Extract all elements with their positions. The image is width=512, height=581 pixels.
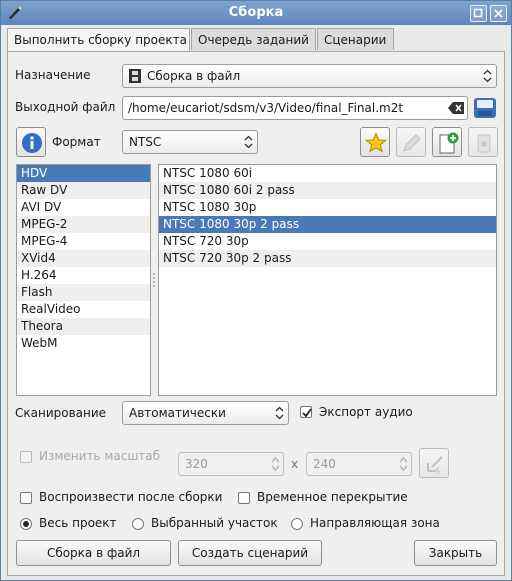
category-item[interactable]: XVid4 bbox=[17, 250, 150, 267]
render-window: Сборка Выполнить сборку проекта Очередь … bbox=[0, 0, 512, 581]
output-file-input[interactable]: /home/eucariot/sdsm/v3/Video/final_Final… bbox=[122, 96, 468, 120]
close-icon bbox=[494, 9, 503, 18]
category-item[interactable]: Theora bbox=[17, 318, 150, 335]
output-file-value: /home/eucariot/sdsm/v3/Video/final_Final… bbox=[128, 101, 404, 115]
create-script-button[interactable]: Создать сценарий bbox=[178, 540, 322, 566]
preset-item[interactable]: NTSC 1080 60i 2 pass bbox=[159, 182, 496, 199]
star-icon bbox=[365, 132, 387, 153]
destination-value: Сборка в файл bbox=[147, 69, 241, 83]
edit-profile-button[interactable] bbox=[396, 127, 426, 157]
add-profile-button[interactable] bbox=[432, 127, 462, 157]
category-item[interactable]: AVI DV bbox=[17, 199, 150, 216]
chevron-updown-icon bbox=[275, 406, 284, 420]
chevron-updown-icon bbox=[483, 69, 492, 83]
export-audio-checkbox[interactable] bbox=[300, 406, 312, 418]
category-item[interactable]: Flash bbox=[17, 284, 150, 301]
category-item[interactable]: MPEG-2 bbox=[17, 216, 150, 233]
scan-select[interactable]: Автоматически bbox=[122, 401, 289, 425]
spin-arrows-icon bbox=[271, 457, 280, 471]
favorite-button[interactable] bbox=[360, 127, 390, 157]
save-icon[interactable] bbox=[473, 96, 497, 120]
zone-label-selected: Выбранный участок bbox=[151, 516, 278, 530]
close-window-button[interactable] bbox=[490, 5, 507, 22]
output-label: Выходной файл bbox=[15, 100, 116, 114]
export-audio-label: Экспорт аудио bbox=[319, 405, 413, 419]
tab-scripts[interactable]: Сценарии bbox=[317, 28, 394, 50]
rescale-label: Изменить масштаб bbox=[39, 449, 161, 463]
scale-icon: 4 bbox=[427, 456, 443, 475]
category-item[interactable]: Raw DV bbox=[17, 182, 150, 199]
preset-item[interactable]: NTSC 720 30p bbox=[159, 233, 496, 250]
play-after-checkbox[interactable] bbox=[20, 492, 32, 504]
overlay-checkbox[interactable] bbox=[238, 492, 250, 504]
category-item[interactable]: H.264 bbox=[17, 267, 150, 284]
zone-radio-selected[interactable] bbox=[132, 518, 144, 530]
overlay-label: Временное перекрытие bbox=[257, 490, 408, 504]
svg-text:4: 4 bbox=[434, 466, 440, 475]
destination-select[interactable]: Сборка в файл bbox=[122, 64, 497, 88]
format-value: NTSC bbox=[129, 135, 162, 149]
zone-label-guide: Направляющая зона bbox=[310, 516, 440, 530]
delete-profile-button[interactable] bbox=[468, 127, 498, 157]
destination-label: Назначение bbox=[15, 68, 91, 82]
render-to-file-button[interactable]: Сборка в файл bbox=[16, 540, 171, 566]
maximize-button[interactable] bbox=[470, 5, 487, 22]
clear-icon[interactable] bbox=[448, 102, 464, 114]
add-profile-icon bbox=[439, 132, 459, 154]
play-after-label: Воспроизвести после сборки bbox=[39, 490, 223, 504]
width-spinbox[interactable]: 320 bbox=[178, 452, 284, 476]
category-item[interactable]: HDV bbox=[17, 165, 150, 182]
preset-item[interactable]: NTSC 1080 60i bbox=[159, 165, 496, 182]
height-spinbox[interactable]: 240 bbox=[306, 452, 412, 476]
close-button[interactable]: Закрыть bbox=[414, 540, 497, 566]
rescale-checkbox[interactable] bbox=[20, 451, 32, 463]
preset-item[interactable]: NTSC 720 30p 2 pass bbox=[159, 250, 496, 267]
delete-profile-icon bbox=[477, 134, 491, 153]
category-item[interactable]: MPEG-4 bbox=[17, 233, 150, 250]
tab-queue[interactable]: Очередь заданий bbox=[191, 28, 316, 50]
scan-value: Автоматически bbox=[129, 406, 226, 420]
height-value: 240 bbox=[313, 457, 336, 471]
scan-label: Сканирование bbox=[15, 406, 107, 420]
preset-list[interactable]: NTSC 1080 60i NTSC 1080 60i 2 pass NTSC 10… bbox=[158, 164, 497, 396]
titlebar[interactable]: Сборка bbox=[1, 1, 511, 25]
category-item[interactable]: RealVideo bbox=[17, 301, 150, 318]
category-item[interactable]: WebM bbox=[17, 335, 150, 352]
format-select[interactable]: NTSC bbox=[122, 130, 258, 154]
film-icon bbox=[129, 69, 141, 83]
chevron-updown-icon bbox=[244, 135, 253, 149]
window-title: Сборка bbox=[228, 5, 284, 20]
size-separator: x bbox=[291, 457, 299, 471]
info-button[interactable] bbox=[16, 127, 46, 157]
zone-label-whole: Весь проект bbox=[39, 516, 117, 530]
format-label: Формат bbox=[52, 135, 101, 149]
checkmark-icon bbox=[302, 408, 312, 418]
splitter-handle[interactable] bbox=[152, 271, 156, 289]
maximize-icon bbox=[473, 8, 483, 18]
spin-arrows-icon bbox=[399, 457, 408, 471]
width-value: 320 bbox=[185, 457, 208, 471]
info-icon bbox=[22, 133, 42, 153]
zone-radio-whole[interactable] bbox=[20, 518, 32, 530]
preset-item[interactable]: NTSC 1080 30p 2 pass bbox=[159, 216, 496, 233]
scale-button[interactable]: 4 bbox=[419, 448, 449, 478]
category-list[interactable]: HDV Raw DV AVI DV MPEG-2 MPEG-4 XVid4 H.264 Fla… bbox=[16, 164, 151, 396]
edit-icon bbox=[403, 134, 421, 152]
zone-radio-guide[interactable] bbox=[291, 518, 303, 530]
tab-render[interactable]: Выполнить сборку проекта bbox=[7, 28, 190, 52]
preset-item[interactable]: NTSC 1080 30p bbox=[159, 199, 496, 216]
